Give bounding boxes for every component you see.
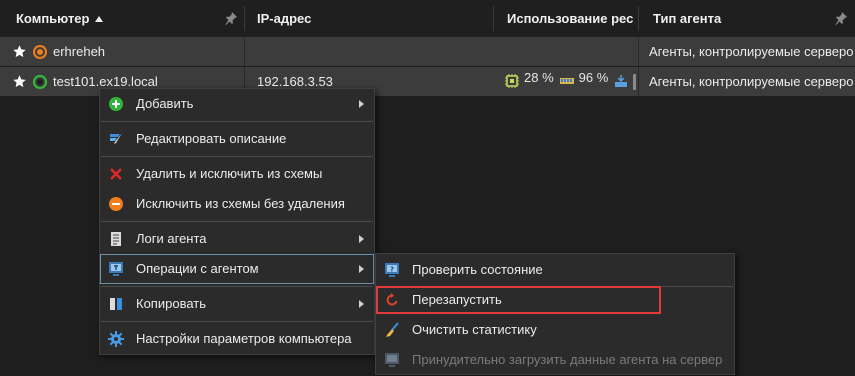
plus-circle-icon — [109, 97, 123, 111]
status-ok-icon — [33, 75, 47, 89]
menu-divider — [101, 286, 373, 287]
broom-icon — [386, 322, 399, 337]
submenu-arrow-icon — [359, 100, 364, 108]
copy-icon — [110, 298, 122, 310]
submenu-arrow-icon — [359, 265, 364, 273]
column-divider — [244, 37, 245, 66]
sort-ascending-icon — [95, 16, 104, 22]
gear-icon — [108, 331, 124, 347]
edit-icon — [110, 133, 122, 144]
agent-type: Агенты, контролируемые сервером — [649, 44, 854, 59]
column-divider[interactable] — [493, 6, 494, 31]
table-row[interactable]: erhreheh Агенты, контролируемые сервером — [0, 37, 855, 66]
menu-divider — [101, 221, 373, 222]
computer-name: erhreheh — [53, 44, 106, 59]
menu-divider — [101, 156, 373, 157]
ram-usage-value: 96 % — [578, 70, 609, 85]
star-icon[interactable] — [12, 74, 27, 89]
check-status-icon: ? — [385, 263, 399, 277]
log-icon — [111, 232, 121, 246]
highlight-box — [376, 286, 661, 314]
submenu-arrow-icon — [359, 235, 364, 243]
star-icon[interactable] — [12, 44, 27, 59]
menu-item-delete-exclude[interactable]: Удалить и исключить из схемы — [100, 159, 374, 189]
table-header: Компьютер IP-адрес Использование ресурсо… — [0, 0, 855, 37]
column-header-computer[interactable]: Компьютер — [16, 0, 236, 37]
disk-icon — [615, 75, 628, 87]
submenu-arrow-icon — [359, 300, 364, 308]
menu-item-exclude[interactable]: Исключить из схемы без удаления — [100, 189, 374, 219]
menu-item-agent-logs[interactable]: Логи агента — [100, 224, 374, 254]
menu-item-copy[interactable]: Копировать — [100, 289, 374, 319]
pin-icon[interactable] — [224, 11, 238, 25]
ip-address — [257, 37, 487, 66]
context-menu: Добавить Редактировать описание Удалить … — [99, 88, 375, 355]
cpu-icon — [505, 74, 519, 88]
agent-operations-submenu: ? Проверить состояние Перезапустить Очис… — [375, 253, 735, 375]
pin-icon[interactable] — [834, 11, 848, 25]
column-divider — [638, 67, 639, 96]
column-header-ip[interactable]: IP-адрес — [257, 0, 477, 37]
resource-usage: 28 %96 %4 — [505, 67, 633, 96]
column-divider — [638, 37, 639, 66]
column-header-agent-type[interactable]: Тип агента — [653, 0, 823, 37]
upload-icon — [385, 353, 399, 367]
menu-item-add[interactable]: Добавить — [100, 89, 374, 119]
menu-item-clear-statistics[interactable]: Очистить статистику — [376, 315, 734, 345]
horizontal-scroll-thumb[interactable] — [633, 74, 636, 90]
menu-item-force-upload: Принудительно загрузить данные агента на… — [376, 345, 734, 375]
column-divider[interactable] — [638, 6, 639, 31]
status-warning-icon — [33, 45, 47, 59]
column-header-usage[interactable]: Использование ресурсов — [507, 0, 633, 37]
column-divider[interactable] — [244, 6, 245, 31]
minus-circle-icon — [109, 197, 123, 211]
ram-icon — [559, 78, 574, 84]
menu-divider — [101, 321, 373, 322]
menu-item-computer-settings[interactable]: Настройки параметров компьютера — [100, 324, 374, 354]
menu-item-agent-operations[interactable]: Операции с агентом — [100, 254, 374, 284]
agent-ops-icon — [109, 262, 123, 276]
menu-item-edit-description[interactable]: Редактировать описание — [100, 124, 374, 154]
menu-divider — [101, 121, 373, 122]
menu-item-check-status[interactable]: ? Проверить состояние — [376, 255, 734, 285]
cpu-usage-value: 28 % — [524, 70, 554, 85]
x-icon — [110, 168, 122, 180]
svg-text:?: ? — [390, 266, 394, 274]
agent-type: Агенты, контролируемые сервером — [649, 74, 854, 89]
